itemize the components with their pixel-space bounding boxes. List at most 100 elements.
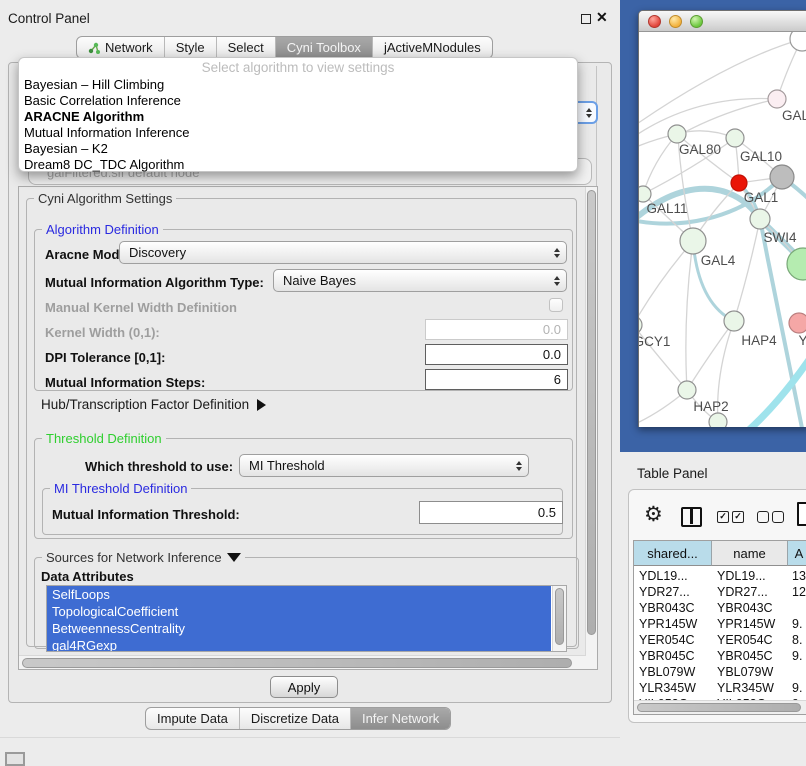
table-row[interactable]: YLR345WYLR345W9. bbox=[634, 680, 806, 696]
table-cell: YDL19... bbox=[712, 569, 788, 583]
table-row[interactable]: YBR045CYBR045C9. bbox=[634, 648, 806, 664]
table-cell: YLR345W bbox=[634, 681, 712, 695]
algorithm-dropdown-popup: Select algorithm to view settings Bayesi… bbox=[18, 57, 578, 172]
tab-discretize-data[interactable]: Discretize Data bbox=[239, 708, 350, 729]
column-header-shared-name[interactable]: shared... bbox=[634, 541, 712, 566]
network-node[interactable] bbox=[770, 165, 794, 189]
mi-steps-field[interactable]: 6 bbox=[425, 369, 568, 390]
node-label: SWI4 bbox=[763, 230, 796, 245]
node-label: HAP4 bbox=[741, 333, 777, 348]
network-window-titlebar[interactable] bbox=[639, 11, 806, 32]
float-icon[interactable] bbox=[581, 14, 591, 24]
which-threshold-label: Which threshold to use: bbox=[85, 459, 233, 474]
attribute-option[interactable]: TopologicalCoefficient bbox=[47, 603, 551, 620]
table-row[interactable]: YBR043CYBR043C bbox=[634, 600, 806, 616]
network-node[interactable] bbox=[789, 313, 806, 333]
table-cell: YBR045C bbox=[634, 649, 712, 663]
attribute-list-scrollbar[interactable] bbox=[552, 586, 566, 652]
node-table: shared... name A YDL19...YDL19...13YDR27… bbox=[633, 540, 806, 715]
column-label: A bbox=[795, 546, 804, 561]
table-row[interactable]: YPR145WYPR145W9. bbox=[634, 616, 806, 632]
table-cell: 9. bbox=[788, 649, 806, 663]
network-node[interactable] bbox=[750, 209, 770, 229]
table-row[interactable]: YDR27...YDR27...12 bbox=[634, 584, 806, 600]
aracne-mode-combo[interactable]: Discovery bbox=[119, 241, 567, 264]
minimize-window-icon[interactable] bbox=[669, 15, 682, 28]
table-cell: YBR043C bbox=[634, 601, 712, 615]
dpi-tolerance-field[interactable]: 0.0 bbox=[425, 344, 568, 365]
network-node[interactable] bbox=[709, 413, 727, 427]
column-header-name[interactable]: name bbox=[712, 541, 788, 566]
split-view-icon[interactable] bbox=[681, 507, 702, 527]
network-node[interactable] bbox=[668, 125, 686, 143]
tab-select[interactable]: Select bbox=[216, 37, 275, 58]
mi-steps-label: Mutual Information Steps: bbox=[45, 375, 205, 390]
algorithm-option[interactable]: Dream8 DC_TDC Algorithm bbox=[19, 157, 577, 173]
settings-horizontal-scrollbar[interactable] bbox=[19, 655, 586, 669]
network-node[interactable] bbox=[768, 90, 786, 108]
tab-infer-network[interactable]: Infer Network bbox=[350, 708, 450, 729]
attribute-option[interactable]: BetweennessCentrality bbox=[47, 620, 551, 637]
unchecked-box-icon[interactable] bbox=[757, 511, 769, 523]
kernel-width-field: 0.0 bbox=[425, 319, 568, 340]
column-label: shared... bbox=[647, 546, 698, 561]
group-title: MI Threshold Definition bbox=[50, 481, 191, 496]
table-row[interactable]: YBL079WYBL079W bbox=[634, 664, 806, 680]
algorithm-option[interactable]: Bayesian – Hill Climbing bbox=[19, 77, 577, 93]
dock-icon[interactable] bbox=[5, 752, 25, 766]
scrollbar-thumb[interactable] bbox=[587, 190, 596, 635]
algorithm-option[interactable]: Bayesian – K2 bbox=[19, 141, 577, 157]
network-node[interactable] bbox=[680, 228, 706, 254]
node-label: GAL2 bbox=[782, 108, 806, 123]
scrollbar-thumb[interactable] bbox=[637, 703, 801, 712]
close-window-icon[interactable] bbox=[648, 15, 661, 28]
tab-jactivemnodules[interactable]: jActiveMNodules bbox=[372, 37, 492, 58]
attribute-listbox: SelfLoopsTopologicalCoefficientBetweenne… bbox=[46, 585, 567, 652]
table-body: YDL19...YDL19...13YDR27...YDR27...12YBR0… bbox=[634, 566, 806, 712]
settings-vertical-scrollbar[interactable] bbox=[585, 187, 597, 669]
table-cell: YBL079W bbox=[634, 665, 712, 679]
network-node[interactable] bbox=[724, 311, 744, 331]
mi-threshold-field[interactable]: 0.5 bbox=[419, 501, 563, 524]
group-title: Algorithm Definition bbox=[42, 222, 163, 237]
network-node[interactable] bbox=[678, 381, 696, 399]
node-label: Y bbox=[798, 333, 806, 348]
which-threshold-combo[interactable]: MI Threshold bbox=[239, 454, 529, 477]
table-row[interactable]: YER054CYER054C8. bbox=[634, 632, 806, 648]
tab-style[interactable]: Style bbox=[164, 37, 216, 58]
table-horizontal-scrollbar[interactable] bbox=[634, 700, 806, 714]
network-node[interactable] bbox=[731, 175, 747, 191]
table-cell: YBR045C bbox=[712, 649, 788, 663]
mi-type-combo[interactable]: Naive Bayes bbox=[273, 269, 567, 292]
apply-button[interactable]: Apply bbox=[270, 676, 338, 698]
network-node[interactable] bbox=[790, 32, 806, 51]
tab-impute-data[interactable]: Impute Data bbox=[146, 708, 239, 729]
column-header-partial[interactable]: A bbox=[788, 541, 806, 566]
checked-box-icon[interactable]: ✓ bbox=[717, 511, 729, 523]
zoom-window-icon[interactable] bbox=[690, 15, 703, 28]
network-node[interactable] bbox=[787, 248, 806, 280]
algorithm-option[interactable]: Mutual Information Inference bbox=[19, 125, 577, 141]
network-canvas[interactable]: GAL2GAL80GAL10GAL1GAL11SWI4GAL4GCY1HAP4Y… bbox=[639, 32, 806, 427]
network-node[interactable] bbox=[639, 316, 642, 334]
gear-icon[interactable]: ⚙ bbox=[644, 504, 663, 525]
table-cell: YER054C bbox=[712, 633, 788, 647]
hub-definition-expander[interactable]: Hub/Transcription Factor Definition bbox=[41, 397, 266, 412]
scrollbar-thumb[interactable] bbox=[22, 658, 572, 668]
algorithm-option[interactable]: ARACNE Algorithm bbox=[19, 109, 577, 125]
document-icon[interactable] bbox=[797, 502, 806, 526]
network-node[interactable] bbox=[639, 186, 651, 202]
group-title: Threshold Definition bbox=[42, 431, 166, 446]
close-icon[interactable]: ✕ bbox=[596, 9, 608, 26]
attribute-option[interactable]: gal4RGexp bbox=[47, 637, 551, 652]
tab-cyni-toolbox[interactable]: Cyni Toolbox bbox=[275, 37, 372, 58]
tab-network[interactable]: Network bbox=[77, 37, 164, 58]
checked-box-icon[interactable]: ✓ bbox=[732, 511, 744, 523]
unchecked-box-icon[interactable] bbox=[772, 511, 784, 523]
expanded-arrow-icon[interactable] bbox=[227, 553, 241, 562]
attribute-option[interactable]: SelfLoops bbox=[47, 586, 551, 603]
scrollbar-thumb[interactable] bbox=[555, 588, 564, 645]
algorithm-option[interactable]: Basic Correlation Inference bbox=[19, 93, 577, 109]
table-row[interactable]: YDL19...YDL19...13 bbox=[634, 568, 806, 584]
network-node[interactable] bbox=[726, 129, 744, 147]
